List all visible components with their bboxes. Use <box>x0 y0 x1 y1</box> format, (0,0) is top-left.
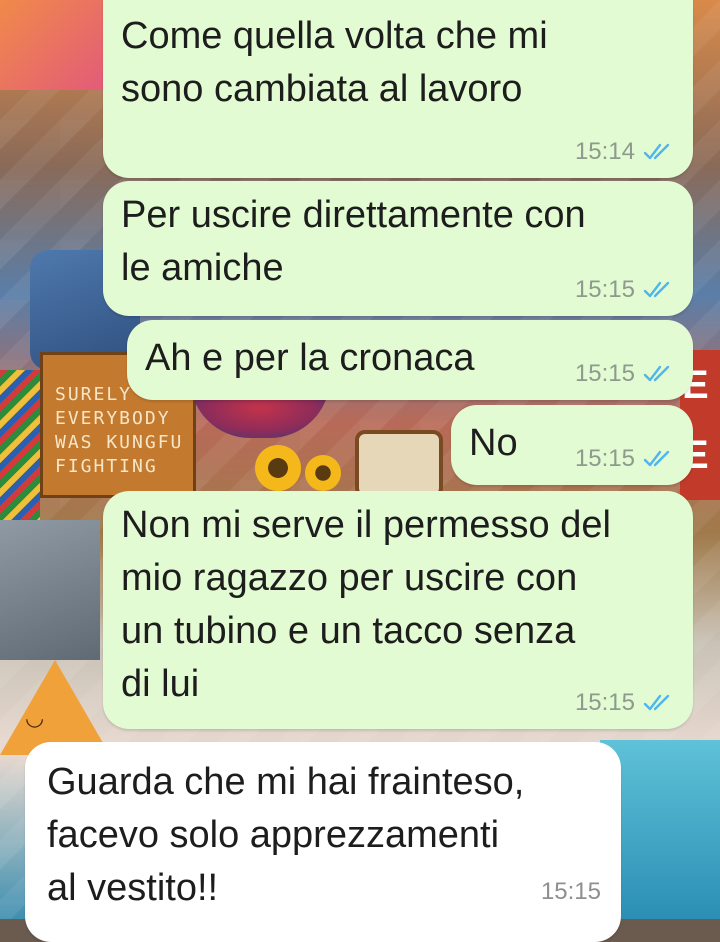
sunflower-icon <box>305 455 341 491</box>
message-text: Ah e per la cronaca <box>145 337 475 379</box>
incoming-message[interactable]: Guarda che mi hai frainteso, facevo solo… <box>25 742 621 942</box>
message-meta: 15:15 <box>575 360 673 388</box>
message-time: 15:15 <box>540 878 601 905</box>
message-time: 15:14 <box>574 138 635 165</box>
outgoing-message[interactable]: No 15:15 <box>451 405 693 485</box>
sunflower-icon <box>255 445 301 491</box>
message-meta: 15:15 <box>575 689 673 717</box>
wallpaper-toast-photo <box>355 430 443 498</box>
message-text: Guarda che mi hai frainteso, facevo solo… <box>47 761 525 909</box>
double-check-read-icon <box>643 365 670 382</box>
message-time: 15:15 <box>574 276 635 303</box>
message-text: Non mi serve il permesso del mio ragazzo… <box>121 504 611 705</box>
double-check-read-icon <box>643 450 670 467</box>
message-time: 15:15 <box>574 689 635 716</box>
outgoing-message[interactable]: Come quella volta che mi sono cambiata a… <box>103 0 693 178</box>
message-text: No <box>469 422 518 464</box>
wallpaper-photo <box>0 0 110 90</box>
double-check-read-icon <box>643 694 670 711</box>
outgoing-message[interactable]: Ah e per la cronaca 15:15 <box>127 320 693 400</box>
wallpaper-photo <box>0 520 100 660</box>
message-meta: 15:15 <box>575 276 673 304</box>
message-text: Come quella volta che mi sono cambiata a… <box>121 15 548 110</box>
message-meta: 15:14 <box>575 138 673 166</box>
double-check-read-icon <box>643 143 670 160</box>
outgoing-message[interactable]: Per uscire direttamente con le amiche 15… <box>103 181 693 316</box>
message-time: 15:15 <box>574 445 635 472</box>
message-meta: 15:15 <box>575 445 673 473</box>
double-check-read-icon <box>643 281 670 298</box>
smiley-icon: ◡ <box>25 705 45 730</box>
outgoing-message[interactable]: Non mi serve il permesso del mio ragazzo… <box>103 491 693 729</box>
message-text: Per uscire direttamente con le amiche <box>121 194 586 289</box>
message-time: 15:15 <box>574 360 635 387</box>
message-meta: 15:15 <box>541 878 601 906</box>
